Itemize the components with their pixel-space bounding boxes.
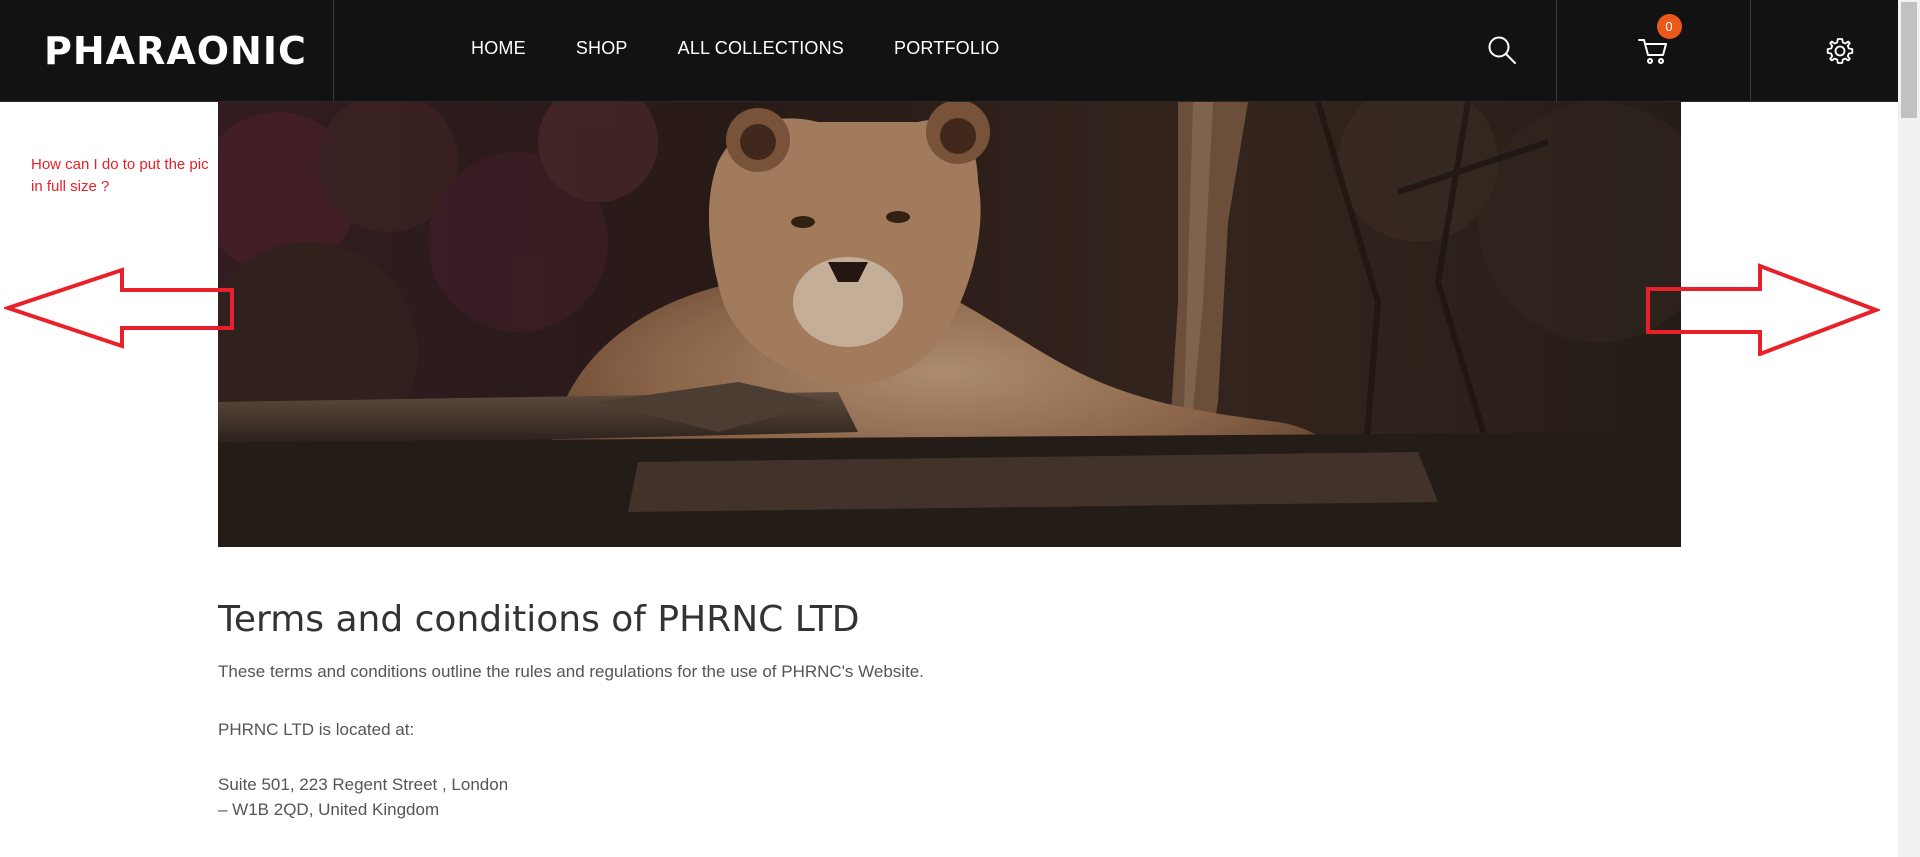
logo-cell: PHARAONIC <box>0 0 334 101</box>
nav-portfolio[interactable]: PORTFOLIO <box>894 38 1000 59</box>
cart-count-badge: 0 <box>1656 13 1682 39</box>
hero-banner-image <box>218 102 1681 547</box>
terms-intro-text: These terms and conditions outline the r… <box>218 661 924 681</box>
terms-content: Terms and conditions of PHRNC LTD These … <box>218 600 1618 822</box>
location-label: PHRNC LTD is located at: <box>218 719 415 739</box>
cart-icon <box>1637 38 1667 64</box>
cart-button[interactable]: 0 <box>1556 0 1751 101</box>
search-button[interactable] <box>1475 30 1529 70</box>
search-icon <box>1488 36 1516 64</box>
cart-wrap: 0 <box>1637 13 1682 68</box>
page-scrollbar[interactable] <box>1898 0 1920 857</box>
site-header: PHARAONIC HOME SHOP ALL COLLECTIONS PORT… <box>0 0 1898 102</box>
nav-shop[interactable]: SHOP <box>576 38 628 59</box>
address-line-1: Suite 501, 223 Regent Street , London <box>218 774 509 794</box>
nav-home[interactable]: HOME <box>471 38 526 59</box>
right-arrow-annotation <box>1646 263 1880 356</box>
settings-button[interactable] <box>1781 0 1898 101</box>
left-arrow-annotation <box>4 267 234 349</box>
lion-photo <box>218 102 1681 547</box>
address-line-2: – W1B 2QD, United Kingdom <box>218 799 440 819</box>
scrollbar-thumb[interactable] <box>1901 2 1917 118</box>
page-title: Terms and conditions of PHRNC LTD <box>218 599 860 640</box>
main-nav: HOME SHOP ALL COLLECTIONS PORTFOLIO <box>471 0 1050 96</box>
annotation-note: How can I do to put the pic in full size… <box>31 156 209 195</box>
nav-all-collections[interactable]: ALL COLLECTIONS <box>678 38 844 59</box>
site-logo[interactable]: PHARAONIC <box>44 32 307 70</box>
gear-icon <box>1826 37 1853 64</box>
